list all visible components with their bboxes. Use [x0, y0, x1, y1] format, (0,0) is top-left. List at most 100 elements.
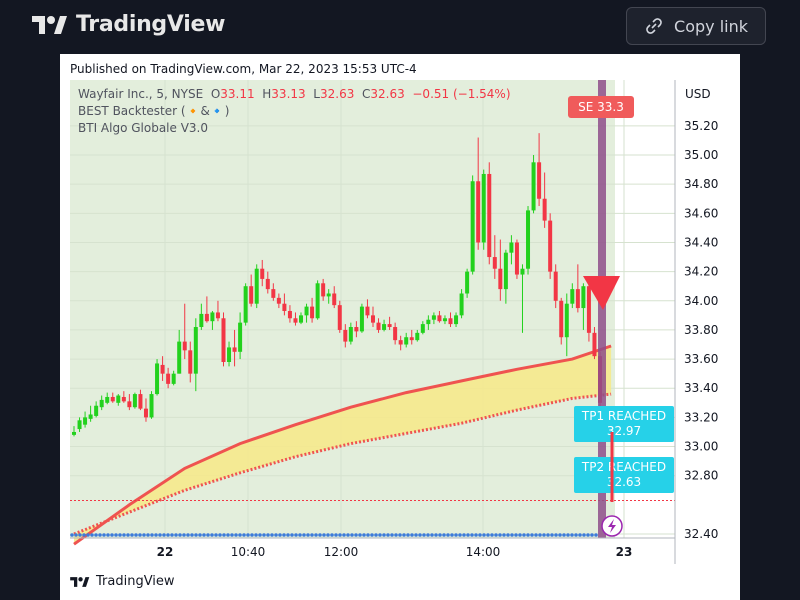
signal-dot — [590, 533, 594, 537]
signal-dot — [566, 533, 570, 537]
candle-body — [315, 283, 320, 319]
time-tick-label: 23 — [616, 545, 633, 559]
signal-dot — [270, 533, 274, 537]
signal-dot — [430, 533, 434, 537]
signal-dot — [298, 533, 302, 537]
signal-dot — [206, 533, 210, 537]
candle-body — [437, 315, 442, 322]
candle-body — [586, 286, 591, 333]
candle-body — [581, 286, 586, 309]
candle-body — [564, 303, 569, 338]
candle-body — [326, 293, 331, 297]
candle-body — [160, 364, 165, 374]
signal-dot — [594, 533, 598, 537]
signal-dot — [130, 533, 134, 537]
signal-dot — [90, 533, 94, 537]
indicator-best-backtester[interactable]: BEST Backtester (🔸&🔹) — [78, 103, 511, 120]
indicator-bti-algo[interactable]: BTI Algo Globale V3.0 — [78, 120, 511, 137]
candle-body — [276, 297, 281, 304]
signal-dot — [554, 533, 558, 537]
signal-dot — [386, 533, 390, 537]
candle-body — [553, 271, 558, 301]
brand-name: TradingView — [76, 12, 226, 37]
signal-dot — [350, 533, 354, 537]
price-tick-label: 34.20 — [684, 265, 718, 279]
time-tick-label: 10:40 — [231, 545, 266, 559]
top-bar: TradingView Copy link — [0, 0, 800, 54]
candle-body — [282, 303, 287, 311]
signal-dot — [306, 533, 310, 537]
signal-dot — [126, 533, 130, 537]
candle-body — [431, 315, 436, 320]
candle-body — [88, 414, 93, 419]
brand-logo[interactable]: TradingView — [32, 12, 225, 37]
signal-dot — [198, 533, 202, 537]
candle-body — [182, 341, 187, 351]
signal-dot — [302, 533, 306, 537]
candle-body — [531, 162, 536, 211]
signal-dot — [426, 533, 430, 537]
signal-dot — [98, 533, 102, 537]
signal-dot — [254, 533, 258, 537]
signal-dot — [274, 533, 278, 537]
candle-body — [232, 347, 237, 352]
candle-body — [227, 347, 232, 362]
candle-body — [199, 313, 204, 328]
signal-dot — [406, 533, 410, 537]
candle-body — [542, 198, 547, 221]
signal-dot — [558, 533, 562, 537]
candle-body — [171, 373, 176, 384]
signal-dot — [122, 533, 126, 537]
candle-body — [105, 396, 110, 403]
signal-dot — [502, 533, 506, 537]
candle-body — [559, 300, 564, 338]
signal-dot — [70, 533, 74, 537]
candle-body — [387, 324, 392, 328]
signal-dot — [490, 533, 494, 537]
signal-dot — [262, 533, 266, 537]
signal-dot — [326, 533, 330, 537]
copy-link-button[interactable]: Copy link — [626, 7, 766, 45]
signal-dot — [534, 533, 538, 537]
signal-dot — [422, 533, 426, 537]
candle-body — [454, 315, 459, 325]
signal-dot — [478, 533, 482, 537]
se-label-text: SE 33.3 — [578, 100, 624, 114]
signal-dot — [282, 533, 286, 537]
candle-body — [420, 324, 425, 333]
candle-body — [94, 405, 99, 416]
price-tick-label: 35.20 — [684, 119, 718, 133]
candle-body — [72, 431, 76, 435]
signal-dot — [354, 533, 358, 537]
signal-dot — [138, 533, 142, 537]
signal-dot — [346, 533, 350, 537]
price-tick-label: 33.20 — [684, 410, 718, 424]
candle-body — [498, 268, 503, 290]
symbol-info: Wayfair Inc., 5, NYSE — [78, 87, 204, 101]
signal-dot — [174, 533, 178, 537]
candle-body — [110, 396, 115, 402]
candle-body — [177, 341, 182, 374]
signal-dot — [446, 533, 450, 537]
signal-dot — [366, 533, 370, 537]
candle-body — [404, 337, 409, 345]
signal-dot — [102, 533, 106, 537]
link-icon — [646, 18, 662, 34]
candle-body — [127, 401, 132, 408]
candle-body — [393, 327, 398, 341]
candle-body — [592, 332, 597, 357]
candle-body — [448, 318, 453, 325]
change-value: −0.51 (−1.54%) — [412, 87, 511, 101]
signal-dot — [230, 533, 234, 537]
footer-brand: TradingView — [96, 574, 175, 589]
candle-body — [526, 210, 531, 269]
candle-body — [149, 394, 154, 418]
signal-dot — [522, 533, 526, 537]
signal-dot — [334, 533, 338, 537]
signal-dot — [170, 533, 174, 537]
price-tick-label: 33.80 — [684, 323, 718, 337]
price-tick-label: 34.00 — [684, 294, 718, 308]
signal-dot — [210, 533, 214, 537]
candle-body — [121, 396, 126, 402]
signal-dot — [374, 533, 378, 537]
